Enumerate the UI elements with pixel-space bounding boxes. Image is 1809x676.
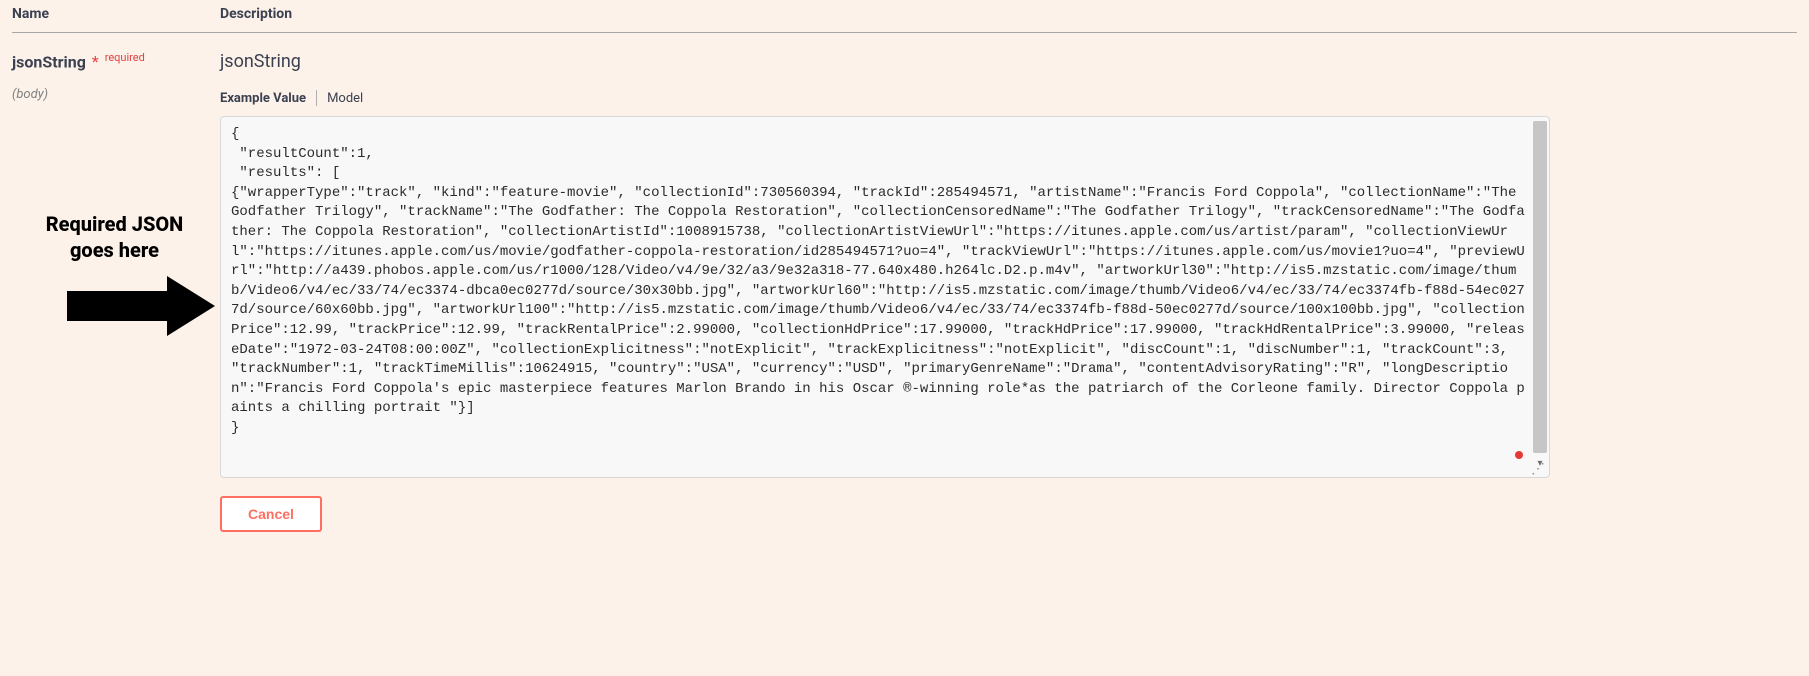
header-name: Name	[12, 6, 220, 22]
scroll-down-icon[interactable]: ▾	[1533, 457, 1547, 471]
parameter-description-title: jsonString	[220, 51, 1550, 72]
tab-example-value[interactable]: Example Value	[220, 91, 316, 106]
required-label: required	[105, 51, 145, 64]
parameter-description-column: jsonString Example Value Model ▾ ⋰ Cance…	[220, 51, 1550, 532]
cancel-button[interactable]: Cancel	[220, 496, 322, 532]
parameter-name: jsonString	[12, 52, 86, 71]
annotation-callout: Required JSON goes here	[12, 211, 217, 341]
scrollbar-track[interactable]	[1533, 121, 1547, 453]
parameter-row: jsonString * required (body) Required JS…	[12, 33, 1797, 532]
body-textarea-container: ▾ ⋰	[220, 116, 1550, 478]
json-body-input[interactable]	[231, 125, 1549, 465]
scrollbar-thumb[interactable]	[1533, 121, 1547, 453]
parameter-header-row: Name Description	[12, 0, 1797, 33]
body-tabs: Example Value Model	[220, 90, 1550, 106]
arrow-icon	[47, 271, 217, 341]
parameter-in: (body)	[12, 87, 220, 102]
tab-model[interactable]: Model	[327, 91, 373, 106]
parameter-table: Name Description jsonString * required (…	[12, 0, 1797, 532]
tab-divider	[316, 90, 317, 106]
error-indicator-dot	[1515, 451, 1523, 459]
parameter-name-column: jsonString * required (body) Required JS…	[12, 51, 220, 532]
annotation-line2: goes here	[70, 238, 159, 262]
header-description: Description	[220, 6, 1797, 22]
required-star: *	[92, 52, 99, 71]
annotation-line1: Required JSON	[46, 212, 184, 236]
